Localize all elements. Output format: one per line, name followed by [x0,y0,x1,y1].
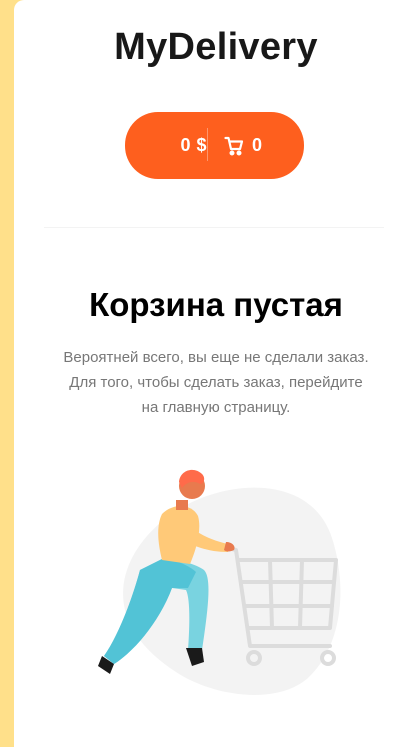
cart-icon [224,136,244,156]
header-divider [44,227,384,228]
description-line: Для того, чтобы сделать заказ, перейдите [69,374,363,391]
cart-button[interactable]: 0 $ 0 [125,112,304,179]
empty-cart-title: Корзина пустая [89,286,343,323]
cart-count: 0 [252,135,263,155]
empty-cart-description: Вероятней всего, вы еще не сделали заказ… [34,345,398,420]
cart-total: 0 $ [180,135,207,155]
logo[interactable]: MyDelivery [14,26,418,69]
cart-count-group: 0 [224,112,262,179]
page-card: MyDelivery 0 $ 0 Корзина пустая Вероятне… [14,0,418,747]
description-line: на главную страницу. [141,399,291,416]
cart-divider [207,128,208,161]
description-line: Вероятней всего, вы еще не сделали заказ… [63,349,369,366]
shopping-cart-person-illustration [80,460,360,705]
